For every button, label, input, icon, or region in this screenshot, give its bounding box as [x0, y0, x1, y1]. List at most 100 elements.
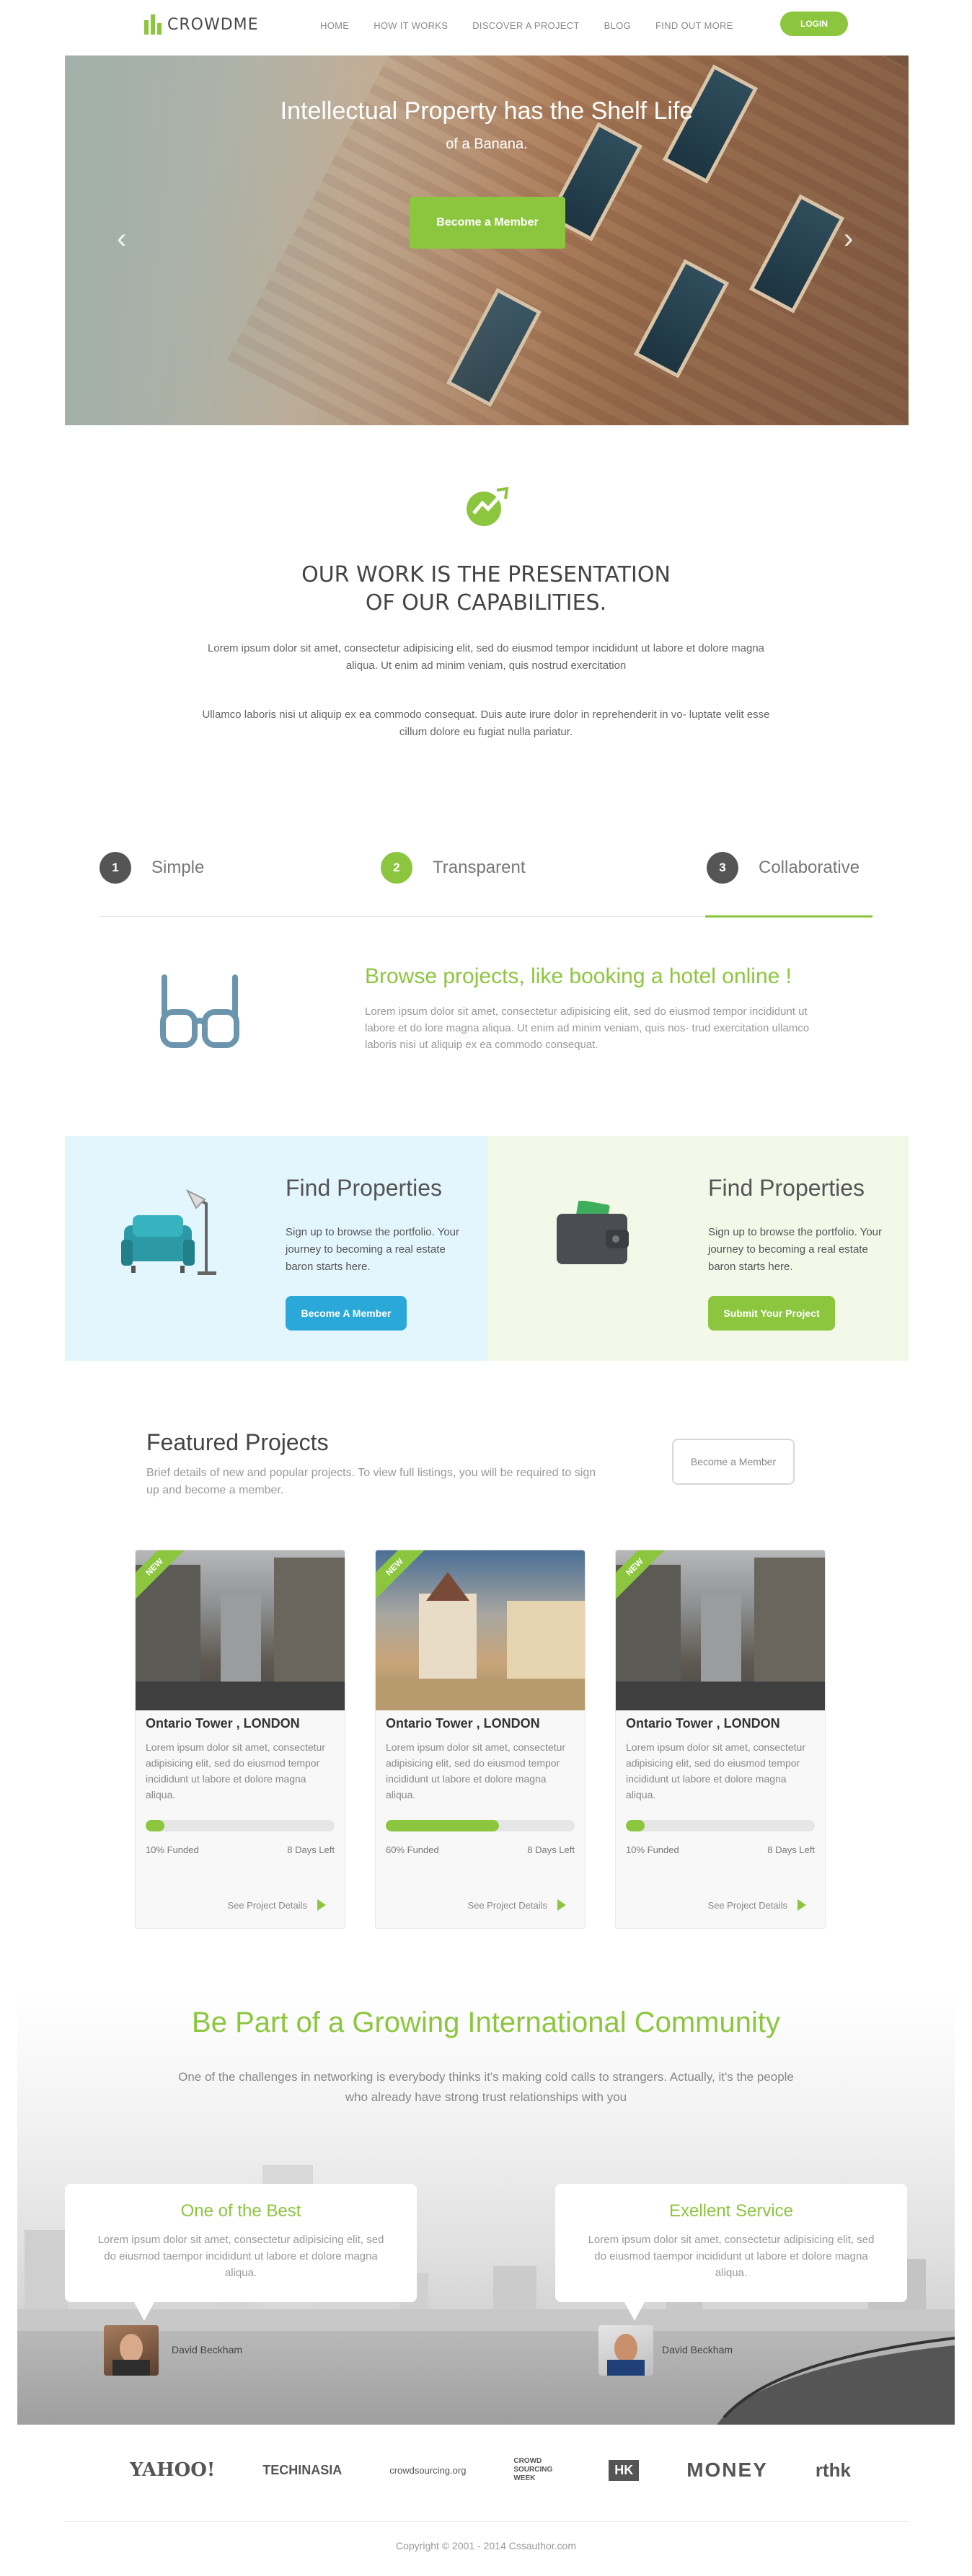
play-arrow-icon [798, 1899, 806, 1911]
capabilities-paragraph-1: Lorem ipsum dolor sit amet, consectetur … [207, 642, 765, 672]
nav-home[interactable]: HOME [320, 20, 349, 31]
project-name: Ontario Tower , LONDON [386, 1716, 540, 1731]
featured-text: Brief details of new and popular project… [146, 1467, 596, 1496]
step-label: Transparent [433, 858, 526, 877]
project-name: Ontario Tower , LONDON [626, 1716, 780, 1731]
become-member-button[interactable]: Become A Member [286, 1296, 407, 1331]
project-name: Ontario Tower , LONDON [146, 1716, 300, 1731]
active-step-indicator [705, 915, 872, 918]
testimonial-card: Exellent Service Lorem ipsum dolor sit a… [555, 2184, 907, 2321]
days-left: 8 Days Left [767, 1844, 815, 1855]
crowdsourcing-logo[interactable]: crowdsourcing.org [389, 2465, 466, 2476]
funding-progress-bar [626, 1820, 815, 1831]
chevron-right-icon[interactable]: › [844, 223, 853, 255]
capabilities-paragraph-2: Ullamco laboris nisi ut aliquip ex ea co… [202, 709, 770, 738]
project-description: Lorem ipsum dolor sit amet, consectetur … [386, 1741, 565, 1800]
step-number: 2 [381, 852, 412, 884]
brand-name: CROWDME [167, 15, 259, 34]
main-menu: HOME HOW IT WORKS DISCOVER A PROJECT BLO… [320, 20, 733, 31]
login-button[interactable]: LOGIN [780, 12, 848, 36]
money-logo[interactable]: MONEY [686, 2459, 768, 2482]
funding-progress-bar [146, 1820, 335, 1831]
nav-blog[interactable]: BLOG [604, 20, 631, 31]
project-image [136, 1550, 345, 1710]
community-section: Be Part of a Growing International Commu… [17, 1992, 955, 2425]
copyright-text: Copyright © 2001 - 2014 Cssauthor.com [395, 2540, 576, 2551]
capabilities-title: OUR WORK IS THE PRESENTATION OF OUR CAPA… [301, 562, 671, 616]
armchair-lamp-icon [121, 1189, 216, 1275]
hero-slider: Intellectual Property has the Shelf Life… [65, 55, 909, 425]
funding-progress-bar [386, 1820, 575, 1831]
days-left: 8 Days Left [287, 1844, 335, 1855]
find-properties-text: Sign up to browse the portfolio. Your jo… [708, 1226, 882, 1273]
browse-text: Lorem ipsum dolor sit amet, consectetur … [365, 1005, 810, 1051]
nav-how-it-works[interactable]: HOW IT WORKS [374, 20, 448, 31]
project-description: Lorem ipsum dolor sit amet, consectetur … [626, 1741, 805, 1800]
funded-label: 10% Funded [626, 1844, 679, 1855]
submit-project-panel: Find Properties Sign up to browse the po… [487, 1136, 909, 1361]
project-card[interactable]: NEW Ontario Tower , LONDON Lorem ipsum d… [615, 1550, 826, 1929]
testimonial-text: Lorem ipsum dolor sit amet, consectetur … [588, 2234, 875, 2279]
partner-logos: YAHOO! TECHINASIA crowdsourcing.org CROW… [130, 2452, 851, 2488]
glasses-icon [160, 974, 239, 1048]
find-properties-panel: Find Properties Sign up to browse the po… [65, 1136, 487, 1361]
project-card[interactable]: NEW Ontario Tower , LONDON Lorem ipsum d… [135, 1550, 345, 1929]
see-project-details-link[interactable]: See Project Details [227, 1899, 326, 1911]
bridge-image [717, 2337, 955, 2425]
featured-become-member-button[interactable]: Become a Member [672, 1439, 795, 1485]
chevron-left-icon[interactable]: ‹ [117, 223, 126, 255]
project-image [376, 1550, 585, 1710]
featured-title: Featured Projects [146, 1429, 329, 1455]
community-text: One of the challenges in networking is e… [178, 2070, 794, 2104]
footer-divider [65, 2521, 909, 2522]
community-title: Be Part of a Growing International Commu… [192, 2007, 780, 2038]
brand-logo[interactable]: CROWDME [144, 10, 259, 39]
hero-title: Intellectual Property has the Shelf Life [280, 97, 694, 125]
testimonial-author: David Beckham [172, 2344, 243, 2355]
testimonial-card: One of the Best Lorem ipsum dolor sit am… [65, 2184, 417, 2321]
yahoo-logo[interactable]: YAHOO! [130, 2459, 215, 2481]
days-left: 8 Days Left [527, 1844, 575, 1855]
step-number: 1 [100, 852, 131, 884]
avatar [104, 2325, 159, 2376]
techinasia-logo[interactable]: TECHINASIA [262, 2463, 342, 2478]
step-simple[interactable]: 1 Simple [100, 852, 204, 884]
nav-discover-project[interactable]: DISCOVER A PROJECT [472, 20, 579, 31]
hk-logo[interactable]: HK [609, 2459, 640, 2481]
steps-tabs: 1 Simple 2 Transparent 3 Collaborative [100, 852, 872, 918]
play-arrow-icon [557, 1899, 566, 1911]
top-navigation: CROWDME HOME HOW IT WORKS DISCOVER A PRO… [0, 0, 972, 55]
funding-progress-fill [386, 1820, 500, 1831]
step-transparent[interactable]: 2 Transparent [381, 852, 526, 884]
avatar [598, 2325, 653, 2376]
project-description: Lorem ipsum dolor sit amet, consectetur … [146, 1741, 325, 1800]
see-project-details-link[interactable]: See Project Details [707, 1899, 806, 1911]
hero-subtitle: of a Banana. [446, 136, 528, 152]
testimonial-text: Lorem ipsum dolor sit amet, consectetur … [97, 2234, 384, 2279]
logo-bars-icon [144, 14, 162, 35]
funding-progress-fill [146, 1820, 165, 1831]
project-image [616, 1550, 825, 1710]
growth-chart-icon [467, 487, 509, 526]
find-properties-title: Find Properties [286, 1175, 442, 1201]
testimonial-title: One of the Best [180, 2201, 301, 2221]
testimonial-author: David Beckham [662, 2344, 733, 2355]
find-properties-text: Sign up to browse the portfolio. Your jo… [286, 1226, 459, 1273]
step-number: 3 [707, 852, 738, 884]
funding-progress-fill [626, 1820, 645, 1831]
hero-become-member-button[interactable]: Become a Member [410, 197, 565, 249]
project-card[interactable]: NEW Ontario Tower , LONDON Lorem ipsum d… [375, 1550, 586, 1929]
testimonial-title: Exellent Service [668, 2201, 794, 2221]
see-project-details-link[interactable]: See Project Details [467, 1899, 566, 1911]
find-properties-title: Find Properties [708, 1175, 865, 1201]
play-arrow-icon [317, 1899, 326, 1911]
rthk-logo[interactable]: rthk [816, 2459, 851, 2482]
wallet-icon [557, 1201, 629, 1264]
submit-project-button[interactable]: Submit Your Project [708, 1296, 835, 1331]
browse-title: Browse projects, like booking a hotel on… [365, 964, 792, 988]
step-label: Collaborative [759, 858, 860, 877]
nav-find-out-more[interactable]: FIND OUT MORE [655, 20, 733, 31]
crowdsourcing-week-logo[interactable]: CROWD SOURCING WEEK [513, 2457, 561, 2483]
step-label: Simple [151, 858, 205, 877]
step-collaborative[interactable]: 3 Collaborative [707, 852, 860, 884]
